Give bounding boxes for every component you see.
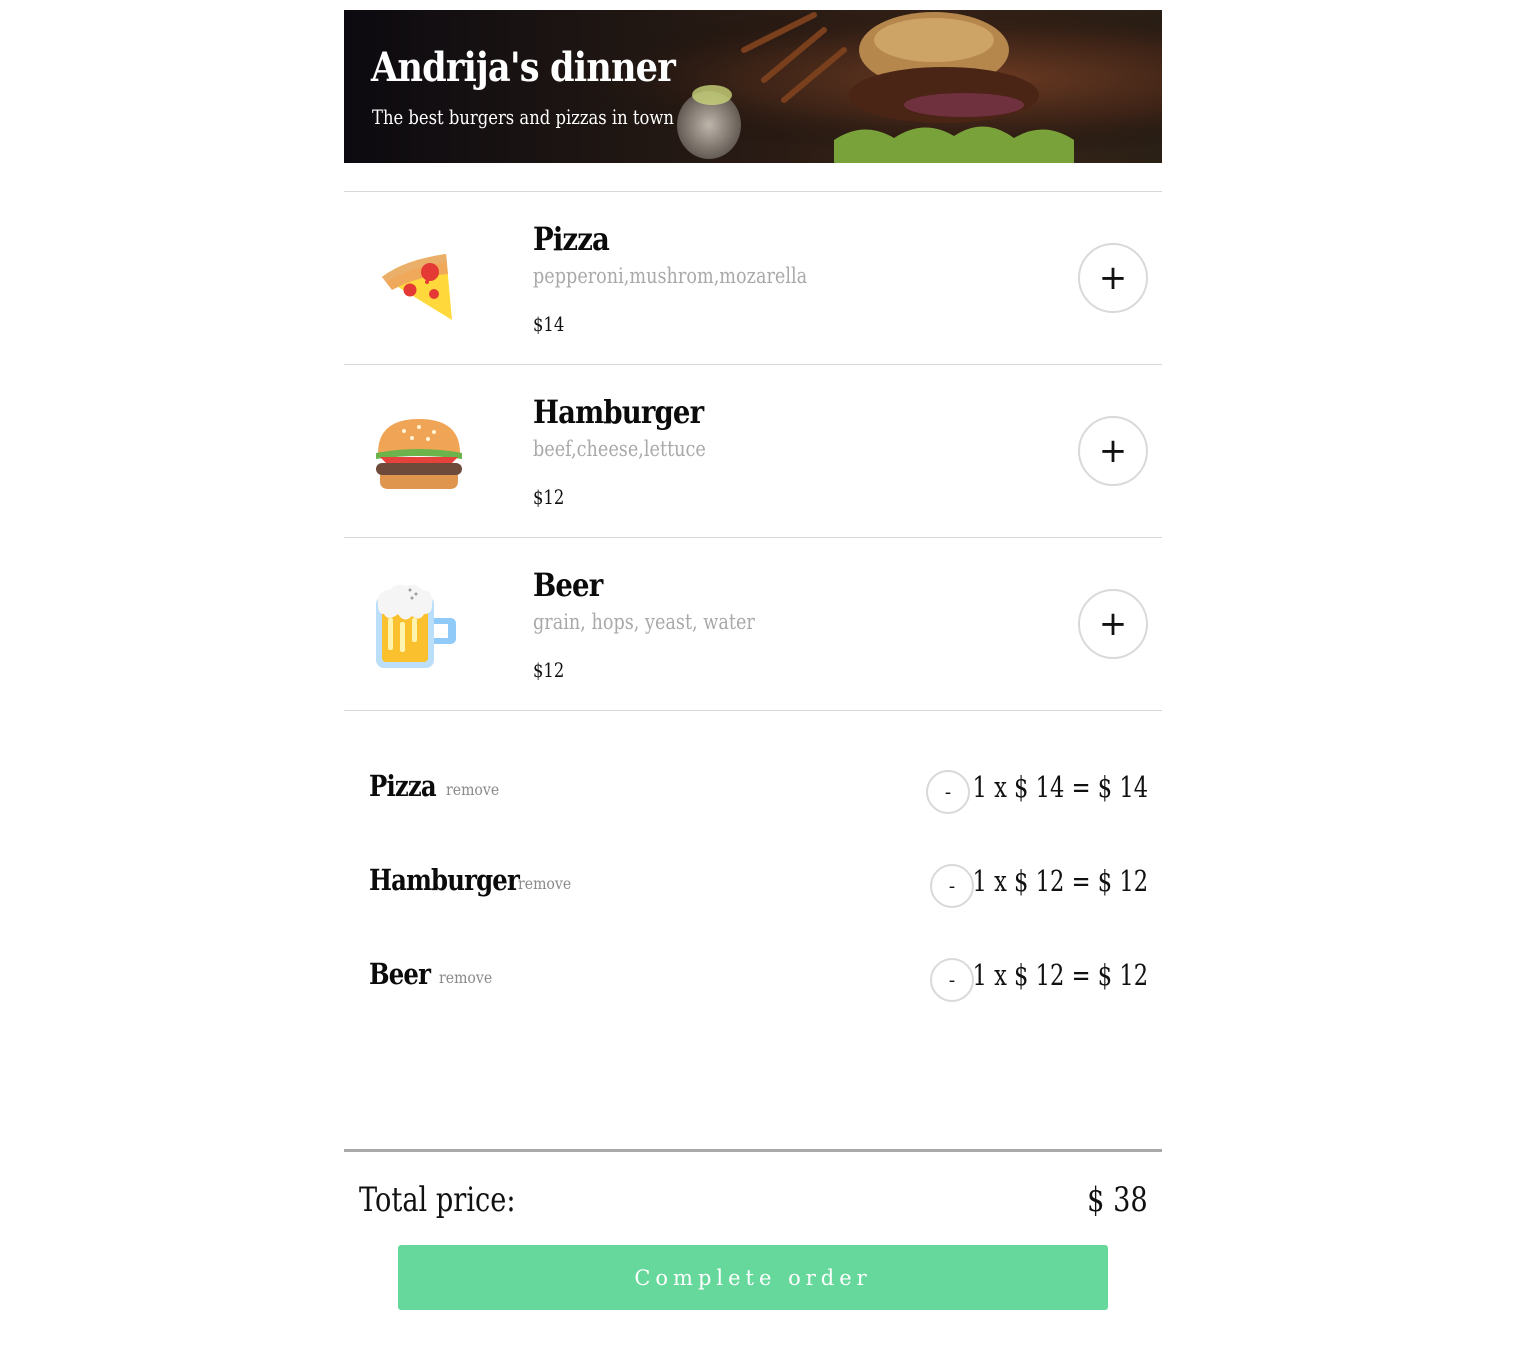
add-pizza-button[interactable]: + — [1078, 243, 1148, 313]
complete-order-button[interactable]: Complete order — [398, 1245, 1108, 1310]
cart-row-pizza: Pizza remove - 1 x $ 14 = $ 14 — [344, 755, 1162, 815]
menu-item-name: Hamburger — [533, 393, 704, 431]
cart-row-hamburger: Hamburger remove - 1 x $ 12 = $ 12 — [344, 849, 1162, 909]
remove-hamburger-link[interactable]: remove — [518, 874, 571, 893]
cart-item-name: Pizza — [369, 769, 437, 803]
total-divider — [344, 1149, 1162, 1152]
remove-beer-link[interactable]: remove — [439, 968, 492, 987]
decrease-beer-button[interactable]: - — [930, 958, 974, 1002]
menu-list: Pizza pepperoni,mushrom,mozarella $14 + — [344, 191, 1162, 711]
menu-item-description: grain, hops, yeast, water — [533, 610, 755, 634]
cart-item-subtotal: 1 x $ 14 = $ 14 — [972, 770, 1148, 804]
total-price-label: Total price: — [359, 1180, 516, 1220]
restaurant-title: Andrija's dinner — [371, 44, 676, 91]
cart-item-subtotal: 1 x $ 12 = $ 12 — [972, 958, 1148, 992]
cart-item-name: Beer — [369, 957, 431, 991]
order-page: Andrija's dinner The best burgers and pi… — [344, 0, 1162, 1347]
menu-item-description: beef,cheese,lettuce — [533, 437, 706, 461]
menu-item-price: $12 — [533, 658, 565, 682]
remove-pizza-link[interactable]: remove — [446, 780, 499, 799]
menu-item-name: Beer — [533, 566, 603, 604]
restaurant-subtitle: The best burgers and pizzas in town — [372, 105, 674, 129]
menu-item-beer: Beer grain, hops, yeast, water $12 + — [344, 538, 1162, 711]
cart-item-name: Hamburger — [369, 863, 520, 897]
decrease-hamburger-button[interactable]: - — [930, 864, 974, 908]
hamburger-icon — [374, 405, 464, 495]
cart-item-subtotal: 1 x $ 12 = $ 12 — [972, 864, 1148, 898]
total-price-value: $ 38 — [1087, 1180, 1148, 1220]
menu-item-price: $12 — [533, 485, 565, 509]
cart-row-beer: Beer remove - 1 x $ 12 = $ 12 — [344, 943, 1162, 1003]
menu-item-hamburger: Hamburger beef,cheese,lettuce $12 + — [344, 365, 1162, 538]
menu-item-description: pepperoni,mushrom,mozarella — [533, 264, 808, 288]
menu-item-pizza: Pizza pepperoni,mushrom,mozarella $14 + — [344, 192, 1162, 365]
decrease-pizza-button[interactable]: - — [926, 770, 970, 814]
menu-item-name: Pizza — [533, 220, 610, 258]
add-beer-button[interactable]: + — [1078, 589, 1148, 659]
header-banner: Andrija's dinner The best burgers and pi… — [344, 10, 1162, 163]
menu-item-price: $14 — [533, 312, 565, 336]
add-hamburger-button[interactable]: + — [1078, 416, 1148, 486]
pizza-icon — [374, 232, 464, 322]
beer-icon — [374, 578, 464, 668]
